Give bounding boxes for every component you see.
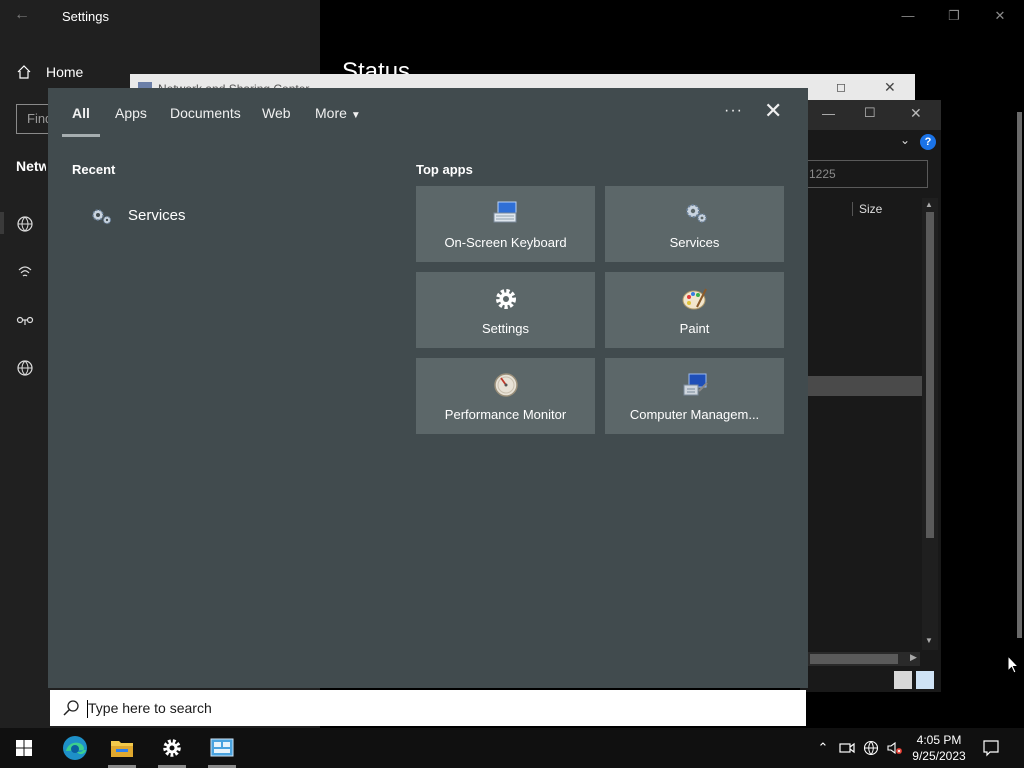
taskbar-control-panel[interactable]	[198, 728, 246, 768]
explorer-titlebar: — ☐ ✕	[800, 100, 941, 130]
settings-scrollbar[interactable]	[1017, 112, 1022, 638]
control-panel-icon	[210, 738, 234, 757]
vertical-scrollbar[interactable]: ▲ ▼	[922, 198, 938, 650]
more-options-icon[interactable]: ···	[724, 102, 743, 120]
keyboard-icon	[493, 201, 517, 223]
settings-window-title: Settings	[62, 9, 109, 24]
maximize-icon[interactable]: ☐	[864, 105, 876, 121]
folder-icon	[111, 741, 133, 757]
close-icon[interactable]: ✕	[884, 79, 896, 96]
top-app-services[interactable]: Services	[605, 186, 784, 262]
windows-logo-icon	[16, 740, 32, 756]
gear-icon	[496, 289, 516, 309]
back-arrow-icon[interactable]: ←	[14, 6, 30, 24]
proxy-globe-icon[interactable]	[16, 359, 34, 377]
explorer-search-input[interactable]: 1225	[804, 160, 928, 188]
taskbar-edge[interactable]	[50, 728, 98, 768]
tile-label: Computer Managem...	[629, 407, 760, 422]
minimize-icon[interactable]: —	[822, 106, 835, 121]
taskbar-settings[interactable]	[148, 728, 196, 768]
top-app-performance-monitor[interactable]: Performance Monitor	[416, 358, 595, 434]
search-input[interactable]	[88, 694, 788, 722]
mouse-cursor-icon	[1007, 655, 1019, 674]
tile-label: Performance Monitor	[444, 407, 567, 422]
tab-more[interactable]: More ▼	[315, 105, 361, 121]
tile-label: On-Screen Keyboard	[444, 235, 567, 250]
chevron-up-icon[interactable]: ⌃	[815, 740, 831, 756]
tab-all[interactable]: All	[72, 105, 90, 121]
minimize-button[interactable]: —	[885, 4, 931, 28]
scroll-thumb[interactable]	[926, 212, 934, 538]
clock-time: 4:05 PM	[916, 733, 962, 747]
services-gears-icon	[92, 209, 112, 225]
recent-heading: Recent	[72, 162, 116, 177]
top-app-settings[interactable]: Settings	[416, 272, 595, 348]
tab-web[interactable]: Web	[262, 105, 291, 121]
scroll-right-icon[interactable]: ▶	[910, 652, 917, 663]
top-app-paint[interactable]: Paint	[605, 272, 784, 348]
vpn-icon[interactable]	[16, 312, 34, 330]
active-item-marker	[0, 212, 4, 234]
system-clock[interactable]: 4:05 PM 9/25/2023	[904, 732, 974, 764]
explorer-statusbar	[808, 668, 938, 692]
wifi-icon[interactable]	[16, 263, 34, 281]
top-app-computer-management[interactable]: Computer Managem...	[605, 358, 784, 434]
home-icon	[17, 65, 31, 79]
section-heading: Network & Internet	[16, 158, 46, 174]
clock-date: 9/25/2023	[912, 749, 966, 763]
meet-now-icon[interactable]	[839, 740, 855, 756]
help-icon[interactable]: ?	[920, 134, 936, 150]
volume-muted-icon[interactable]	[886, 740, 902, 756]
notification-center-icon[interactable]	[982, 739, 1000, 757]
taskbar-file-explorer[interactable]	[98, 728, 146, 768]
search-icon	[63, 700, 79, 716]
scroll-down-icon[interactable]: ▼	[925, 636, 933, 645]
maximize-icon[interactable]: ◻	[836, 80, 846, 94]
computer-management-icon	[683, 373, 708, 396]
explorer-window: — ☐ ✕ ⌄ ? 1225 Size ▲ ▼ ▶	[800, 100, 941, 692]
tile-label: Settings	[482, 321, 529, 336]
tile-label: Paint	[679, 321, 710, 336]
horizontal-scroll-thumb[interactable]	[810, 654, 898, 664]
tab-documents[interactable]: Documents	[170, 105, 241, 121]
tab-more-label: More	[315, 105, 347, 121]
caret-down-icon: ▼	[350, 110, 361, 121]
restore-button[interactable]: ❐	[931, 4, 977, 28]
large-icons-view-icon[interactable]	[916, 671, 934, 689]
settings-titlebar: ← Settings — ❐ ✕	[0, 0, 1024, 32]
horizontal-scrollbar[interactable]: ▶	[808, 652, 920, 666]
edge-icon	[63, 736, 87, 760]
tile-label: Services	[669, 235, 720, 250]
column-header-size[interactable]: Size	[852, 202, 882, 216]
gear-icon	[163, 739, 181, 757]
services-gears-icon	[686, 204, 707, 223]
network-icon[interactable]	[863, 740, 879, 756]
scroll-up-icon[interactable]: ▲	[925, 200, 933, 209]
gauge-icon	[494, 373, 518, 397]
selected-row[interactable]	[808, 376, 922, 396]
recent-item-label: Services	[128, 206, 186, 224]
start-button[interactable]	[0, 728, 48, 768]
taskbar-search-box[interactable]	[50, 690, 806, 726]
recent-item-services[interactable]: Services	[90, 205, 186, 225]
top-apps-heading: Top apps	[416, 162, 473, 177]
tab-apps[interactable]: Apps	[115, 105, 147, 121]
explorer-ribbon: ⌄ ?	[800, 130, 941, 154]
close-flyout-icon[interactable]: ✕	[764, 100, 782, 122]
active-tab-indicator	[62, 134, 100, 137]
home-label: Home	[46, 64, 84, 80]
chevron-down-icon[interactable]: ⌄	[900, 133, 910, 147]
top-app-on-screen-keyboard[interactable]: On-Screen Keyboard	[416, 186, 595, 262]
search-flyout: All Apps Documents Web More ▼ ··· ✕ Recen…	[48, 88, 808, 688]
palette-icon	[682, 288, 707, 310]
details-view-icon[interactable]	[894, 671, 912, 689]
close-button[interactable]: ✕	[977, 4, 1023, 28]
taskbar: ⌃ 4:05 PM 9/25/2023	[0, 728, 1024, 768]
settings-home-link[interactable]: Home	[16, 64, 83, 80]
status-globe-icon[interactable]	[16, 215, 34, 233]
close-icon[interactable]: ✕	[910, 105, 922, 122]
